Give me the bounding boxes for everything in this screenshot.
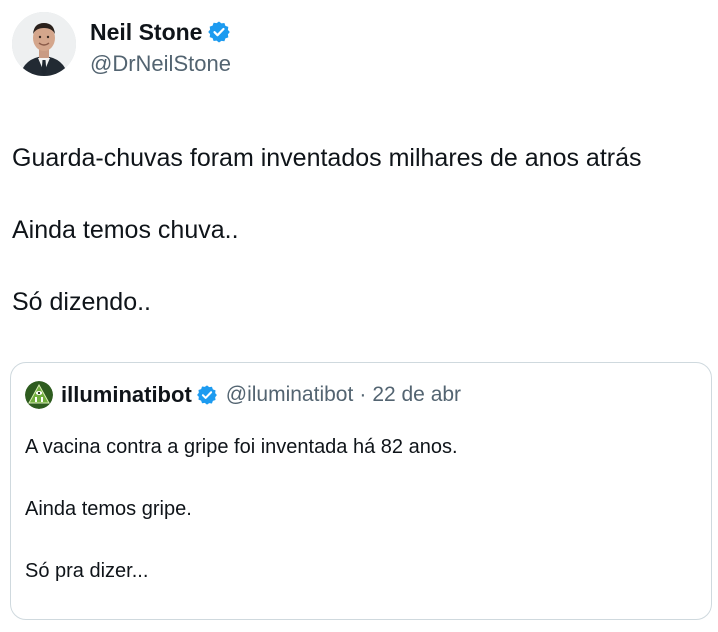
quoted-tweet-line: A vacina contra a gripe foi inventada há… — [25, 436, 458, 458]
author-handle[interactable]: @DrNeilStone — [90, 51, 231, 77]
tweet-line: Ainda temos chuva.. — [12, 216, 239, 244]
verified-badge-icon[interactable] — [196, 384, 218, 406]
illuminati-eye-pyramid-icon — [25, 381, 53, 409]
verified-badge-icon[interactable] — [207, 20, 231, 44]
author-display-name[interactable]: Neil Stone — [90, 19, 202, 46]
quoted-tweet-card[interactable]: illuminatibot @iluminatibot · 22 de abr … — [10, 362, 712, 620]
separator-dot: · — [359, 383, 367, 406]
quoted-tweet-date[interactable]: 22 de abr — [372, 383, 461, 407]
quoted-tweet-line: Só pra dizer... — [25, 560, 149, 582]
quoted-tweet-header: illuminatibot @iluminatibot · 22 de abr — [25, 381, 461, 409]
tweet-line: Só dizendo.. — [12, 288, 151, 316]
quoted-author-display-name[interactable]: illuminatibot — [61, 382, 192, 408]
quoted-tweet-line: Ainda temos gripe. — [25, 498, 192, 520]
quoted-author-avatar[interactable] — [25, 381, 53, 409]
tweet-body: Guarda-chuvas foram inventados milhares … — [12, 140, 712, 320]
author-avatar[interactable] — [12, 12, 76, 76]
tweet-line: Guarda-chuvas foram inventados milhares … — [12, 144, 642, 172]
quoted-tweet-body: A vacina contra a gripe foi inventada há… — [25, 433, 695, 585]
tweet-author-header: Neil Stone @DrNeilStone — [12, 12, 231, 77]
quoted-author-handle[interactable]: @iluminatibot — [226, 383, 354, 407]
profile-photo-icon — [12, 12, 76, 76]
